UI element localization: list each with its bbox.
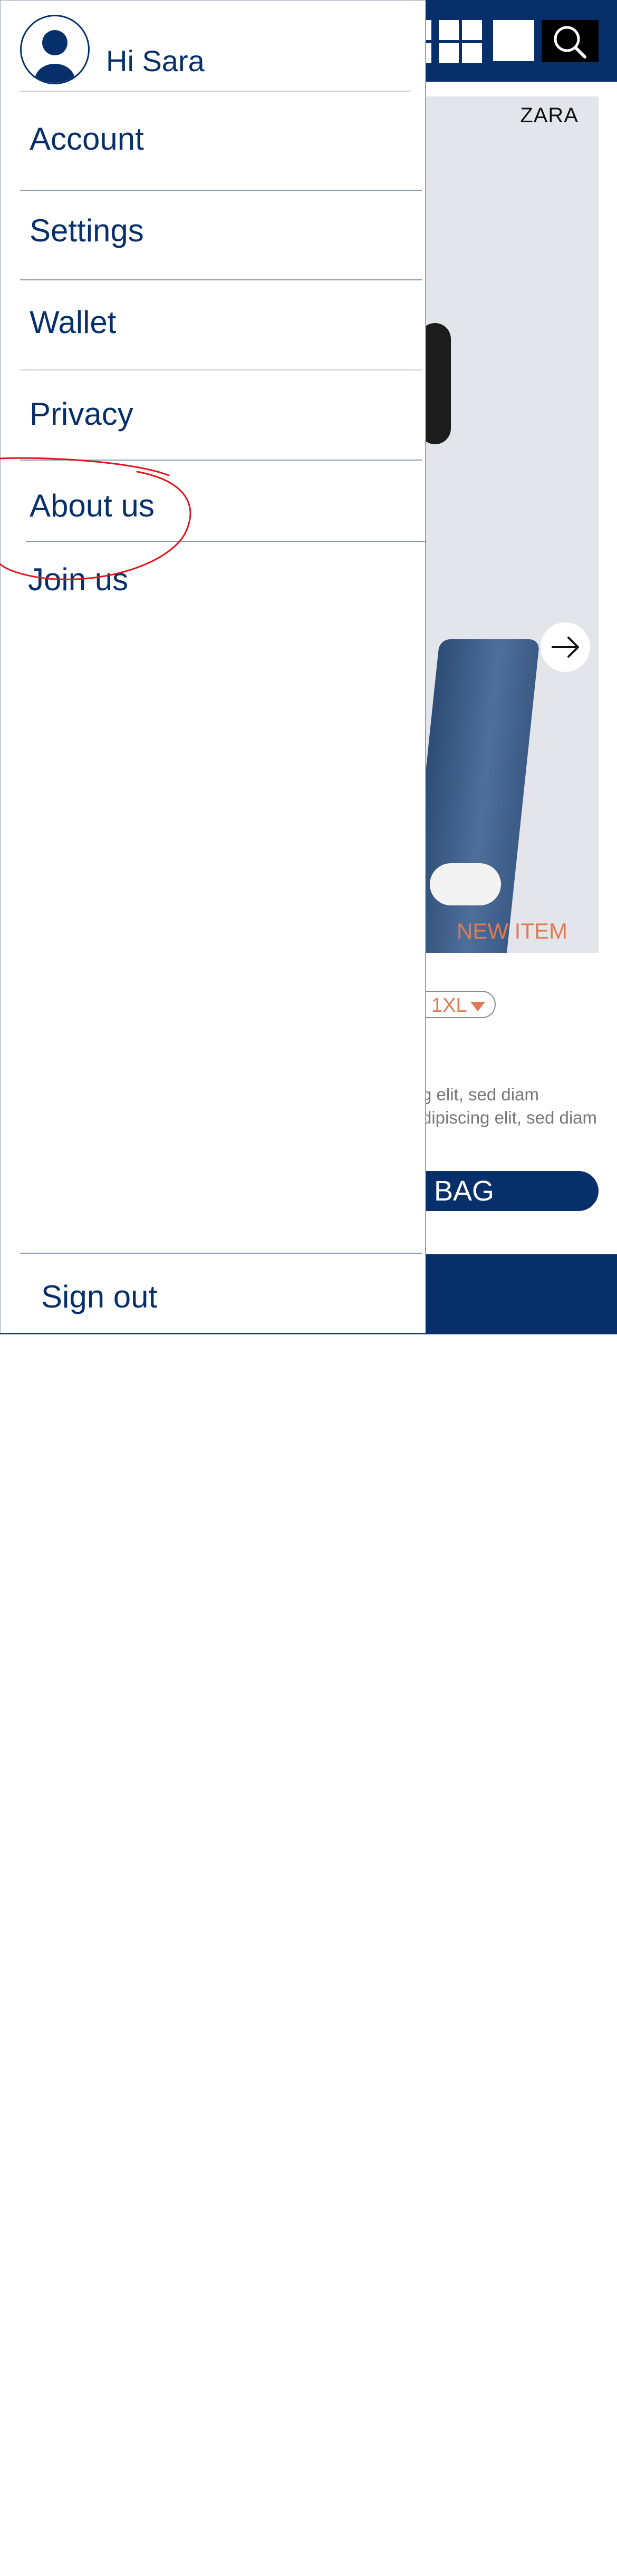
annotation-circle xyxy=(0,457,191,580)
product-description-line-1: g elit, sed diam xyxy=(422,1085,539,1104)
user-greeting: Hi Sara xyxy=(106,44,205,77)
menu-item-wallet[interactable]: Wallet xyxy=(30,304,116,340)
menu-item-settings[interactable]: Settings xyxy=(30,212,144,249)
divider xyxy=(20,190,422,191)
people-icon xyxy=(425,2522,448,2552)
side-drawer: Hi Sara Account Settings Wallet Privacy … xyxy=(0,0,427,1333)
list-view-icon[interactable] xyxy=(493,20,534,61)
chevron-down-icon xyxy=(470,1001,485,1011)
divider xyxy=(20,1253,422,1254)
arrow-right-icon xyxy=(552,637,579,658)
model-shoe xyxy=(430,863,501,905)
menu-item-privacy[interactable]: Privacy xyxy=(30,396,133,432)
search-icon[interactable] xyxy=(542,20,599,62)
divider xyxy=(20,279,422,280)
user-avatar-icon[interactable] xyxy=(20,15,90,84)
product-description-line-2: dipiscing elit, sed diam xyxy=(422,1108,597,1127)
grid-view-icon[interactable] xyxy=(439,20,482,63)
menu-item-account[interactable]: Account xyxy=(30,121,144,157)
tab-designers[interactable]: gners xyxy=(406,2556,450,2576)
sign-out-button[interactable]: Sign out xyxy=(41,1279,157,1315)
shopping-bag-icon xyxy=(556,2522,577,2552)
size-value: 1XL xyxy=(431,994,467,1017)
divider xyxy=(20,91,410,92)
new-item-badge: NEW ITEM xyxy=(457,919,567,943)
tab-cart[interactable]: Cart xyxy=(551,2556,584,2576)
divider xyxy=(20,369,422,370)
next-image-button[interactable] xyxy=(541,622,590,672)
brand-logo: ZARA xyxy=(520,104,579,127)
